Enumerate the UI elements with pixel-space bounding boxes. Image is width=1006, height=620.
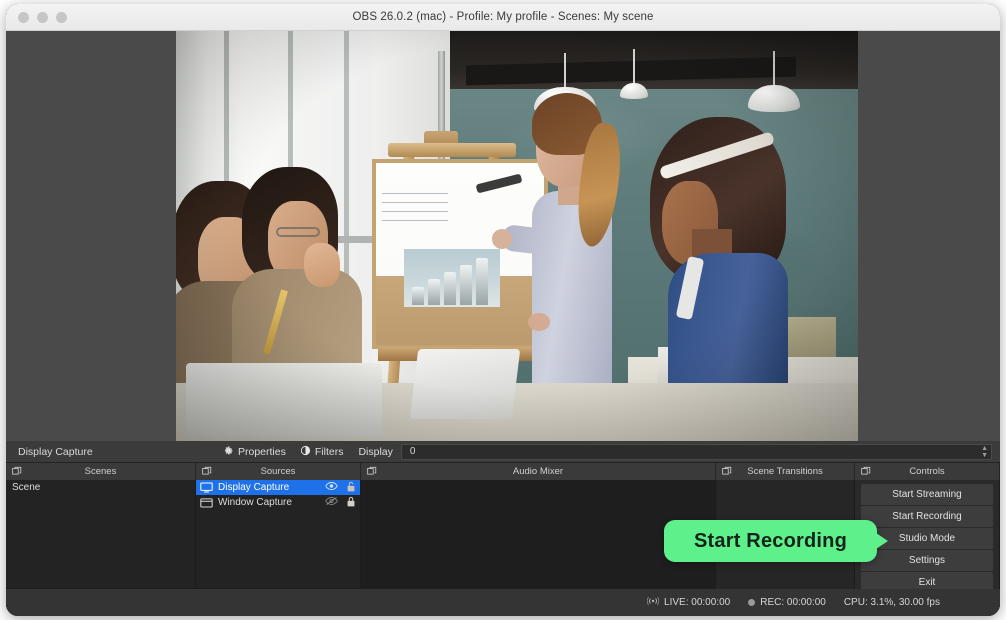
visibility-eye-off-icon[interactable] <box>325 496 338 509</box>
rec-status: REC: 00:00:00 <box>748 597 826 608</box>
scene-list-item[interactable]: Scene <box>6 480 195 495</box>
rec-timer: REC: 00:00:00 <box>760 597 826 608</box>
cpu-fps-label: CPU: 3.1%, 30.00 fps <box>843 597 940 608</box>
filters-label: Filters <box>314 445 344 458</box>
undock-icon[interactable] <box>861 466 871 479</box>
display-spinner[interactable]: 0 ▲ ▼ <box>400 443 992 460</box>
scene-vignette <box>176 31 858 441</box>
gear-icon <box>223 445 234 459</box>
start-recording-button[interactable]: Start Recording <box>861 506 993 527</box>
title-bar: OBS 26.0.2 (mac) - Profile: My profile -… <box>6 4 1000 31</box>
filters-button[interactable]: Filters <box>293 443 351 461</box>
source-toolbar: Display Capture Properties Filters Displ… <box>6 441 1000 463</box>
dock-title-audio-mixer: Audio Mixer <box>512 466 564 477</box>
dock-header-scenes[interactable]: Scenes <box>6 463 196 480</box>
source-list-item[interactable]: Display Capture <box>196 480 360 495</box>
dock-title-scene-transitions: Scene Transitions <box>747 466 823 477</box>
status-bar: LIVE: 00:00:00 REC: 00:00:00 CPU: 3.1%, … <box>6 589 1000 616</box>
live-timer: LIVE: 00:00:00 <box>664 597 731 608</box>
display-value: 0 <box>409 446 416 457</box>
lock-open-icon[interactable] <box>346 481 356 495</box>
properties-label: Properties <box>238 445 286 458</box>
sources-list[interactable]: Display Capture Window Capture <box>196 480 360 588</box>
dock-header-scene-transitions[interactable]: Scene Transitions <box>716 463 855 480</box>
obs-window: OBS 26.0.2 (mac) - Profile: My profile -… <box>6 4 1000 616</box>
filters-icon <box>300 445 311 459</box>
undock-icon[interactable] <box>722 466 732 479</box>
window-title: OBS 26.0.2 (mac) - Profile: My profile -… <box>352 11 654 23</box>
dock-title-controls: Controls <box>909 466 945 477</box>
source-item-label: Window Capture <box>218 497 292 508</box>
undock-icon[interactable] <box>12 466 22 479</box>
monitor-icon <box>200 482 213 493</box>
scenes-list[interactable]: Scene <box>6 480 195 588</box>
dock-header-sources[interactable]: Sources <box>196 463 361 480</box>
dock-title-sources: Sources <box>260 466 296 477</box>
live-status: LIVE: 00:00:00 <box>646 596 731 609</box>
obs-body: Display Capture Properties Filters Displ… <box>6 31 1000 616</box>
dock-header-controls[interactable]: Controls <box>855 463 1000 480</box>
preview-area[interactable] <box>6 31 1000 441</box>
preview-canvas[interactable] <box>176 31 858 441</box>
record-indicator-icon <box>748 599 756 606</box>
cpu-status: CPU: 3.1%, 30.00 fps <box>844 597 940 608</box>
dock-header-row: Scenes Sources Audio Mixer Scene Transit… <box>6 463 1000 480</box>
lock-closed-icon[interactable] <box>346 496 356 510</box>
callout-label: Start Recording <box>693 529 848 552</box>
display-label: Display <box>358 445 393 458</box>
settings-button[interactable]: Settings <box>861 550 993 571</box>
selected-source-label: Display Capture <box>18 445 93 458</box>
undock-icon[interactable] <box>202 466 212 479</box>
source-list-item[interactable]: Window Capture <box>196 495 360 510</box>
window-icon <box>200 497 213 508</box>
visibility-eye-icon[interactable] <box>325 481 338 494</box>
start-streaming-button[interactable]: Start Streaming <box>861 484 993 505</box>
broadcast-icon <box>646 596 660 609</box>
properties-button[interactable]: Properties <box>216 443 293 461</box>
scene-item-label: Scene <box>12 482 41 493</box>
start-recording-callout: Start Recording <box>664 520 888 562</box>
spinner-arrows-icon[interactable]: ▲ ▼ <box>981 445 988 459</box>
dock-header-audio-mixer[interactable]: Audio Mixer <box>361 463 716 480</box>
undock-icon[interactable] <box>367 466 377 479</box>
dock-title-scenes: Scenes <box>84 466 117 477</box>
source-item-label: Display Capture <box>218 482 290 493</box>
